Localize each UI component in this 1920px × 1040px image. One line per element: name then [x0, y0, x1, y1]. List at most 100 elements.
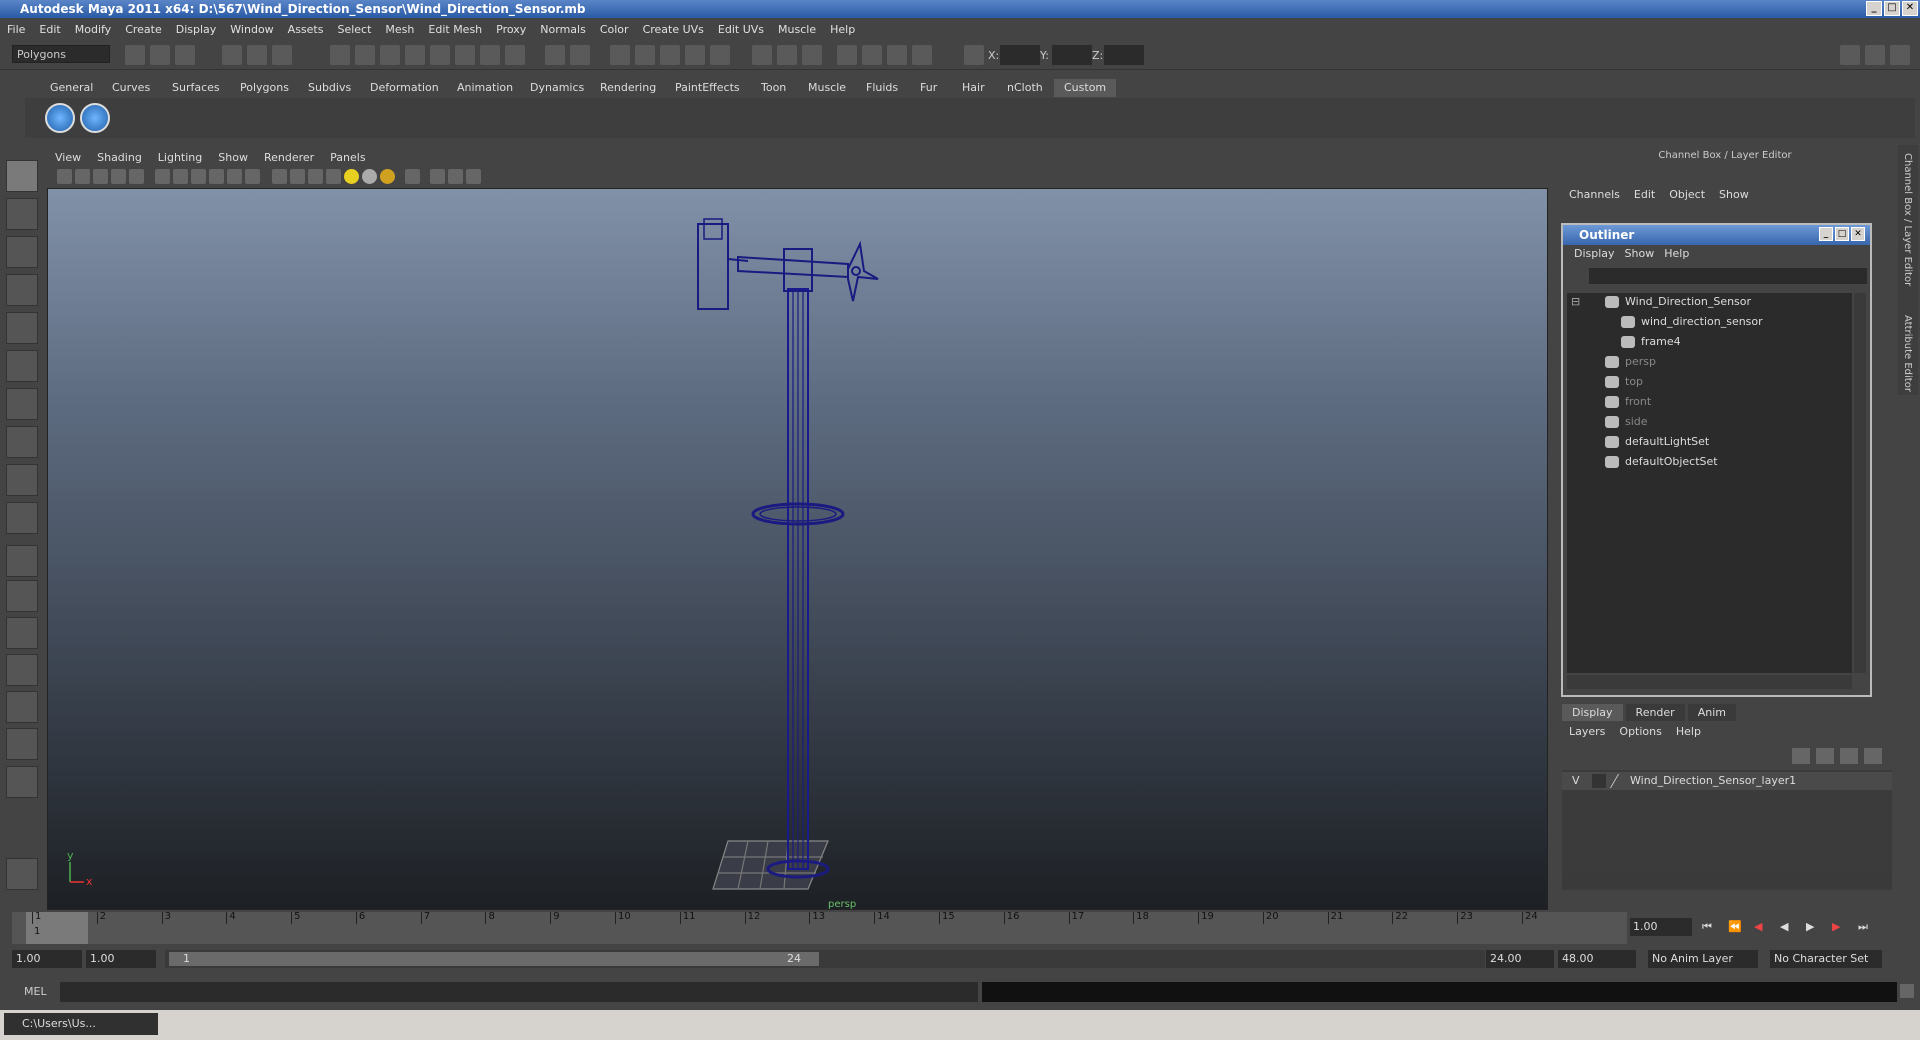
menu-edit-uvs[interactable]: Edit UVs	[711, 23, 771, 36]
rotate-tool-icon[interactable]	[6, 312, 38, 344]
step-forward-frame-icon[interactable]: ▶	[1832, 921, 1844, 933]
lasso-tool-icon[interactable]	[6, 198, 38, 230]
z-field[interactable]	[1104, 45, 1144, 65]
dynamics-mask-icon[interactable]	[455, 45, 475, 65]
hypershade-layout-icon[interactable]	[6, 691, 38, 723]
viewport-menu-shading[interactable]: Shading	[89, 151, 150, 164]
hardware-texturing-icon[interactable]	[466, 169, 481, 184]
use-all-lights-icon[interactable]	[344, 169, 359, 184]
channel-menu-channels[interactable]: Channels	[1562, 188, 1627, 201]
field-chart-icon[interactable]	[209, 169, 224, 184]
outliner-vertical-scrollbar[interactable]	[1854, 293, 1866, 673]
tab-polygons[interactable]: Polygons	[240, 79, 289, 97]
tab-hair[interactable]: Hair	[962, 79, 985, 97]
help-mask-icon[interactable]	[505, 45, 525, 65]
character-set-dropdown[interactable]: No Character Set	[1770, 950, 1882, 968]
perspective-view[interactable]: persp y x	[47, 188, 1548, 910]
resolution-gate-icon[interactable]	[173, 169, 188, 184]
custom-shelf-check-icon-2[interactable]	[80, 103, 110, 133]
collapse-toggle-icon[interactable]: ⊟	[1571, 293, 1580, 311]
go-to-start-icon[interactable]: ⏮	[1702, 921, 1714, 933]
custom-shelf-check-icon-1[interactable]	[45, 103, 75, 133]
playback-end-field[interactable]: 24.00	[1486, 950, 1554, 968]
taskbar-window-button[interactable]: C:\Users\Us...	[4, 1013, 158, 1035]
paint-select-tool-icon[interactable]	[6, 236, 38, 268]
single-perspective-layout-icon[interactable]	[6, 545, 38, 577]
viewport-menu-show[interactable]: Show	[210, 151, 256, 164]
tab-layer-render[interactable]: Render	[1625, 704, 1685, 721]
highlight-icon[interactable]	[570, 45, 590, 65]
tab-general[interactable]: General	[50, 79, 93, 97]
snap-grid-icon[interactable]	[610, 45, 630, 65]
outliner-layout-icon[interactable]	[6, 617, 38, 649]
textured-icon[interactable]	[326, 169, 341, 184]
gate-mask-icon[interactable]	[191, 169, 206, 184]
snap-curve-icon[interactable]	[635, 45, 655, 65]
outliner-menu-show[interactable]: Show	[1620, 247, 1660, 260]
tab-layer-anim[interactable]: Anim	[1687, 704, 1736, 721]
tab-subdivs[interactable]: Subdivs	[308, 79, 351, 97]
menu-modify[interactable]: Modify	[68, 23, 118, 36]
save-scene-icon[interactable]	[175, 45, 195, 65]
outliner-menu-display[interactable]: Display	[1569, 247, 1620, 260]
tab-rendering[interactable]: Rendering	[600, 79, 656, 97]
side-tab-attribute-editor[interactable]: Attribute Editor	[1902, 315, 1913, 392]
deform-mask-icon[interactable]	[430, 45, 450, 65]
wireframe-icon[interactable]	[272, 169, 287, 184]
viewport-menu-lighting[interactable]: Lighting	[150, 151, 210, 164]
tab-fluids[interactable]: Fluids	[866, 79, 898, 97]
render-frame-icon[interactable]	[862, 45, 882, 65]
menu-select[interactable]: Select	[330, 23, 378, 36]
last-tool-icon[interactable]	[6, 502, 38, 534]
channel-menu-show[interactable]: Show	[1712, 188, 1756, 201]
snap-plane-icon[interactable]	[685, 45, 705, 65]
open-scene-icon[interactable]	[150, 45, 170, 65]
menu-display[interactable]: Display	[169, 23, 224, 36]
output-ops-icon[interactable]	[777, 45, 797, 65]
bookmark-icon[interactable]	[93, 169, 108, 184]
menu-edit-mesh[interactable]: Edit Mesh	[421, 23, 489, 36]
menu-mesh[interactable]: Mesh	[378, 23, 421, 36]
current-frame-field[interactable]: 1.00	[1630, 918, 1692, 936]
custom-tool-icon[interactable]	[6, 858, 38, 890]
tab-ncloth[interactable]: nCloth	[1007, 79, 1043, 97]
side-tab-channel-box[interactable]: Channel Box / Layer Editor	[1902, 153, 1913, 286]
film-gate-icon[interactable]	[155, 169, 170, 184]
shadows-icon[interactable]	[380, 169, 395, 184]
layer-name[interactable]: Wind_Direction_Sensor_layer1	[1630, 774, 1796, 787]
isolate-select-icon[interactable]	[405, 169, 420, 184]
time-slider[interactable]: 1 1 2 3 4 5 6 7 8 9 10 11 12 13 14 15 16 17 18 19 20 21 22 23 2…	[12, 911, 1627, 944]
image-plane-icon[interactable]	[111, 169, 126, 184]
move-up-layer-icon[interactable]	[1840, 748, 1858, 764]
outliner-maximize-button[interactable]: □	[1835, 227, 1849, 241]
outliner-search-input[interactable]	[1589, 268, 1867, 284]
show-manipulator-icon[interactable]	[6, 464, 38, 496]
menu-assets[interactable]: Assets	[281, 23, 331, 36]
curves-mask-icon[interactable]	[380, 45, 400, 65]
anim-layer-dropdown[interactable]: No Anim Layer	[1648, 950, 1758, 968]
menu-create-uvs[interactable]: Create UVs	[636, 23, 711, 36]
channel-menu-object[interactable]: Object	[1662, 188, 1712, 201]
smooth-shade-icon[interactable]	[290, 169, 305, 184]
tab-dynamics[interactable]: Dynamics	[530, 79, 584, 97]
y-field[interactable]	[1052, 45, 1092, 65]
use-default-light-icon[interactable]	[362, 169, 377, 184]
outliner-minimize-button[interactable]: _	[1819, 227, 1833, 241]
menu-color[interactable]: Color	[593, 23, 636, 36]
new-scene-icon[interactable]	[125, 45, 145, 65]
viewport-menu-view[interactable]: View	[47, 151, 89, 164]
snap-live-icon[interactable]	[710, 45, 730, 65]
step-back-frame-icon[interactable]: ◀	[1754, 921, 1766, 933]
toggle-tool-settings-icon[interactable]	[1865, 45, 1885, 65]
range-slider-handle[interactable]	[169, 952, 819, 966]
transform-field-icon[interactable]	[964, 45, 984, 65]
range-slider[interactable]: 1 24	[165, 950, 1485, 968]
render-settings-icon[interactable]	[912, 45, 932, 65]
menu-muscle[interactable]: Muscle	[771, 23, 823, 36]
lock-icon[interactable]	[545, 45, 565, 65]
menu-create[interactable]: Create	[118, 23, 169, 36]
construction-history-icon[interactable]	[802, 45, 822, 65]
select-component-icon[interactable]	[272, 45, 292, 65]
move-down-layer-icon[interactable]	[1864, 748, 1882, 764]
x-field[interactable]	[1000, 45, 1040, 65]
